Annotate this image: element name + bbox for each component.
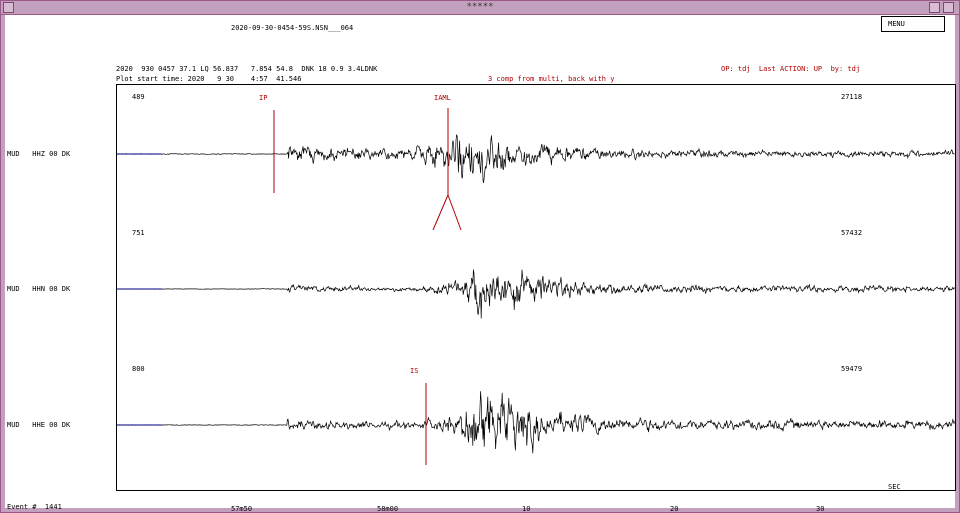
menu-button[interactable]: MENU [881, 16, 945, 32]
channel-label-hhe[interactable]: MUD HHE 00 DK [7, 421, 70, 429]
file-name: 2020-09-30-0454-59S.NSN___064 [231, 24, 354, 32]
waveform-trace-hhz[interactable] [117, 134, 955, 183]
event-summary-line: 2020 930 0457 37.1 LQ 56.837 7.854 54.8 … [116, 65, 378, 73]
channel-max-count-hhn: 57432 [841, 229, 863, 237]
channel-label-hhn[interactable]: MUD HHN 00 DK [7, 285, 70, 293]
waveform-trace-hhe[interactable] [117, 391, 955, 454]
channel-min-count-hhz: 489 [132, 93, 145, 101]
phase-pick-ip-label[interactable]: IP [259, 94, 267, 102]
waveform-trace-hhn[interactable] [117, 269, 955, 319]
phase-pick-iaml-label[interactable]: IAML [434, 94, 451, 102]
waveform-plot-area[interactable] [116, 84, 956, 491]
plot-start-time: Plot start time: 2020 9 30 4:57 41.546 [116, 75, 302, 83]
waveform-traces[interactable] [117, 85, 955, 490]
channel-label-hhz[interactable]: MUD HHZ 00 DK [7, 150, 70, 158]
time-tick-label: 58m00 [377, 505, 399, 513]
window-border-left [1, 15, 5, 512]
time-axis-unit: SEC [888, 483, 901, 491]
maximize-button[interactable] [943, 2, 954, 13]
event-counter: Event # 1441 [7, 503, 62, 511]
window-title: ***** [466, 2, 494, 12]
operator-info: OP: tdj Last ACTION: UP by: tdj [721, 65, 861, 73]
phase-pick-iaml-marker[interactable] [432, 108, 462, 231]
title-bar[interactable]: ***** [1, 1, 959, 15]
time-tick-label: 20 [670, 505, 679, 513]
time-tick-label: 57m50 [231, 505, 253, 513]
minimize-button[interactable] [929, 2, 940, 13]
channel-max-count-hhe: 59479 [841, 365, 863, 373]
phase-pick-is-label[interactable]: IS [410, 367, 418, 375]
time-tick-label: 10 [522, 505, 531, 513]
channel-max-count-hhz: 27118 [841, 93, 863, 101]
channel-min-count-hhe: 800 [132, 365, 145, 373]
status-message: 3 comp from multi, back with y [488, 75, 615, 83]
time-tick-label: 30 [816, 505, 825, 513]
menu-button-label: MENU [888, 20, 905, 28]
channel-min-count-hhn: 751 [132, 229, 145, 237]
seismic-plot-window: ***** 2020-09-30-0454-59S.NSN___064 MENU… [0, 0, 960, 513]
